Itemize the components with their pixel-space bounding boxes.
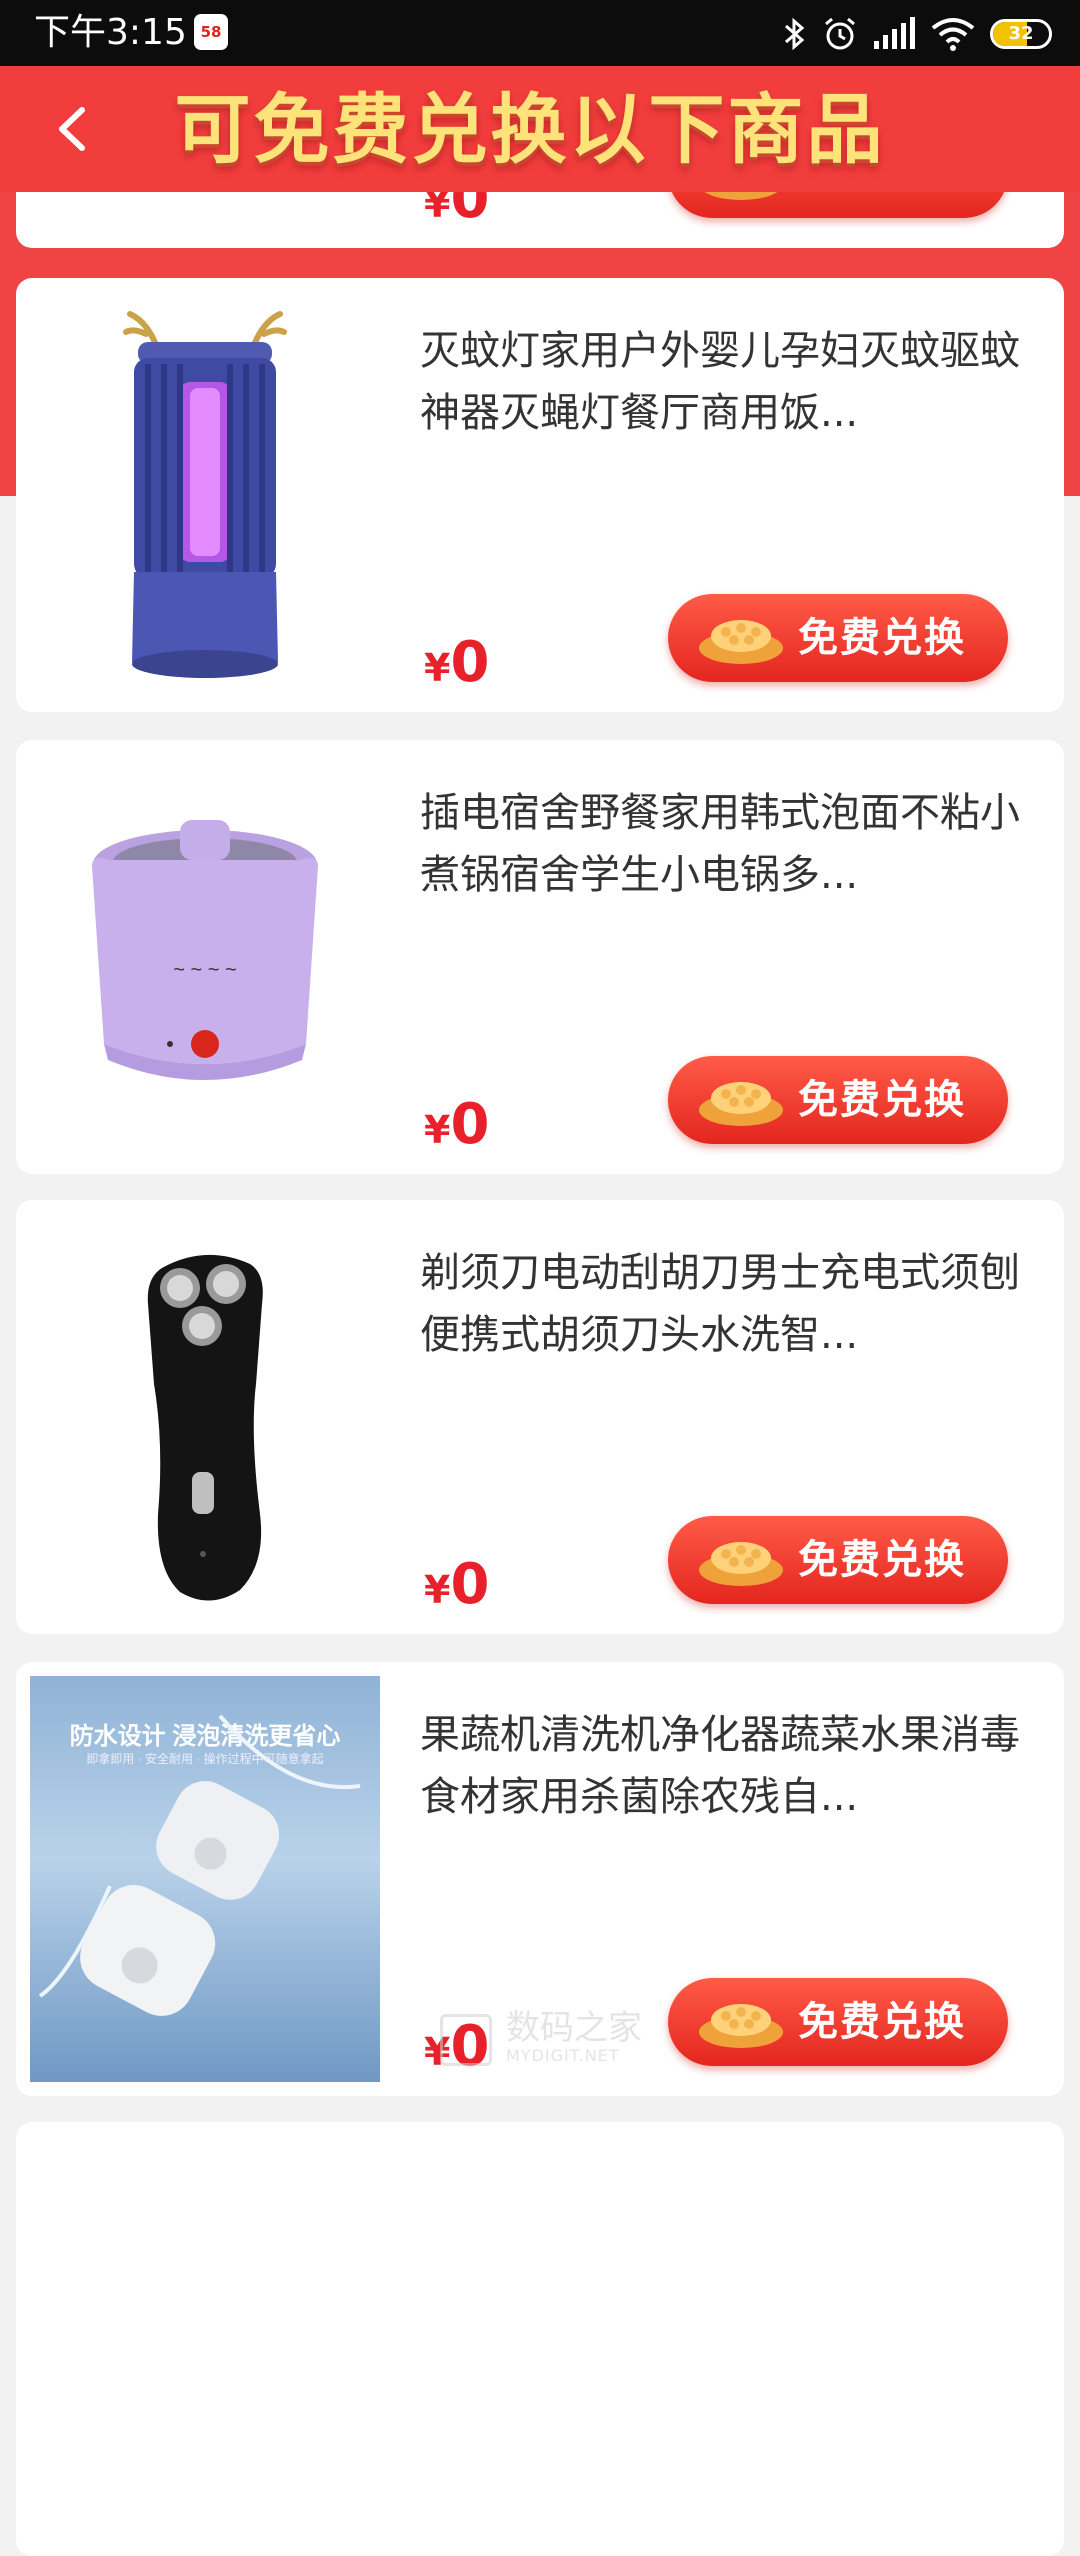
- product-card[interactable]: [16, 2122, 1064, 2556]
- watermark-text: 数码之家: [506, 2008, 642, 2048]
- product-price: ¥0: [424, 1552, 489, 1617]
- redeem-button[interactable]: 免费兑换: [668, 1978, 1008, 2066]
- redeem-label: 免费兑换: [798, 1999, 966, 2045]
- gold-ingot-icon: [699, 1542, 783, 1586]
- status-time: 下午3:15: [34, 12, 187, 53]
- mosquito-lamp-image: [30, 292, 380, 698]
- signal-icon: [874, 17, 915, 49]
- shaver-image: [30, 1214, 380, 1620]
- currency-symbol: ¥: [424, 646, 451, 690]
- redeem-button[interactable]: 免费兑换: [668, 1516, 1008, 1604]
- price-amount: 0: [450, 630, 490, 695]
- gold-ingot-icon: [699, 620, 783, 664]
- redeem-label: 免费兑换: [798, 1537, 966, 1583]
- currency-symbol: ¥: [424, 1568, 451, 1612]
- product-list[interactable]: ¥0 免费兑换: [0, 0, 1080, 2556]
- product-card[interactable]: 剃须刀电动刮胡刀男士充电式须刨便携式胡须刀头水洗智... ¥0 免费兑换: [16, 1200, 1064, 1634]
- status-icons: 32: [782, 12, 1052, 56]
- product-title: 灭蚊灯家用户外婴儿孕妇灭蚊驱蚊神器灭蝇灯餐厅商用饭...: [420, 328, 1020, 436]
- redeem-label: 免费兑换: [798, 1077, 966, 1123]
- product-card[interactable]: ~ ~ ~ ~ 插电宿舍野餐家用韩式泡面不粘小煮锅宿舍学生小电锅多... ¥0 …: [16, 740, 1064, 1174]
- back-button[interactable]: [40, 94, 110, 164]
- product-title: 果蔬机清洗机净化器蔬菜水果消毒食材家用杀菌除农残自...: [420, 1712, 1020, 1820]
- product-price: ¥0: [424, 1092, 489, 1157]
- redeem-label: 免费兑换: [798, 615, 966, 661]
- fruit-washer-image: 防水设计 浸泡清洗更省心 即拿即用 · 安全耐用 · 操作过程中可随意拿起: [30, 1676, 380, 2082]
- gold-ingot-icon: [699, 2004, 783, 2048]
- svg-text:~ ~ ~ ~: ~ ~ ~ ~: [173, 959, 236, 981]
- alarm-icon: [825, 17, 855, 50]
- product-card[interactable]: 灭蚊灯家用户外婴儿孕妇灭蚊驱蚊神器灭蝇灯餐厅商用饭... ¥0 免费兑换: [16, 278, 1064, 712]
- status-bar: 下午3:15 58 32: [0, 0, 1080, 66]
- battery-icon: 32: [990, 19, 1052, 49]
- page-title: 可免费兑换以下商品: [174, 85, 886, 174]
- chevron-left-icon: [59, 107, 85, 151]
- gold-ingot-icon: [699, 1082, 783, 1126]
- product-title: 插电宿舍野餐家用韩式泡面不粘小煮锅宿舍学生小电锅多...: [420, 790, 1020, 898]
- electric-pot-image: ~ ~ ~ ~: [30, 754, 380, 1160]
- product-price: ¥0: [424, 630, 489, 695]
- battery-level: 32: [1008, 23, 1034, 44]
- bluetooth-icon: [785, 17, 805, 51]
- redeem-button[interactable]: 免费兑换: [668, 1056, 1008, 1144]
- watermark-logo-icon: [440, 2014, 492, 2066]
- price-amount: 0: [450, 1552, 490, 1617]
- product-title: 剃须刀电动刮胡刀男士充电式须刨便携式胡须刀头水洗智...: [420, 1250, 1020, 1358]
- price-amount: 0: [450, 1092, 490, 1157]
- watermark: 数码之家 MYDIGIT.NET: [440, 2008, 660, 2068]
- currency-symbol: ¥: [424, 1108, 451, 1152]
- wifi-icon: [931, 18, 975, 51]
- app-notification-icon: 58: [194, 14, 228, 50]
- page-header: 可免费兑换以下商品: [0, 66, 1080, 192]
- watermark-subtext: MYDIGIT.NET: [506, 2046, 620, 2065]
- redeem-button[interactable]: 免费兑换: [668, 594, 1008, 682]
